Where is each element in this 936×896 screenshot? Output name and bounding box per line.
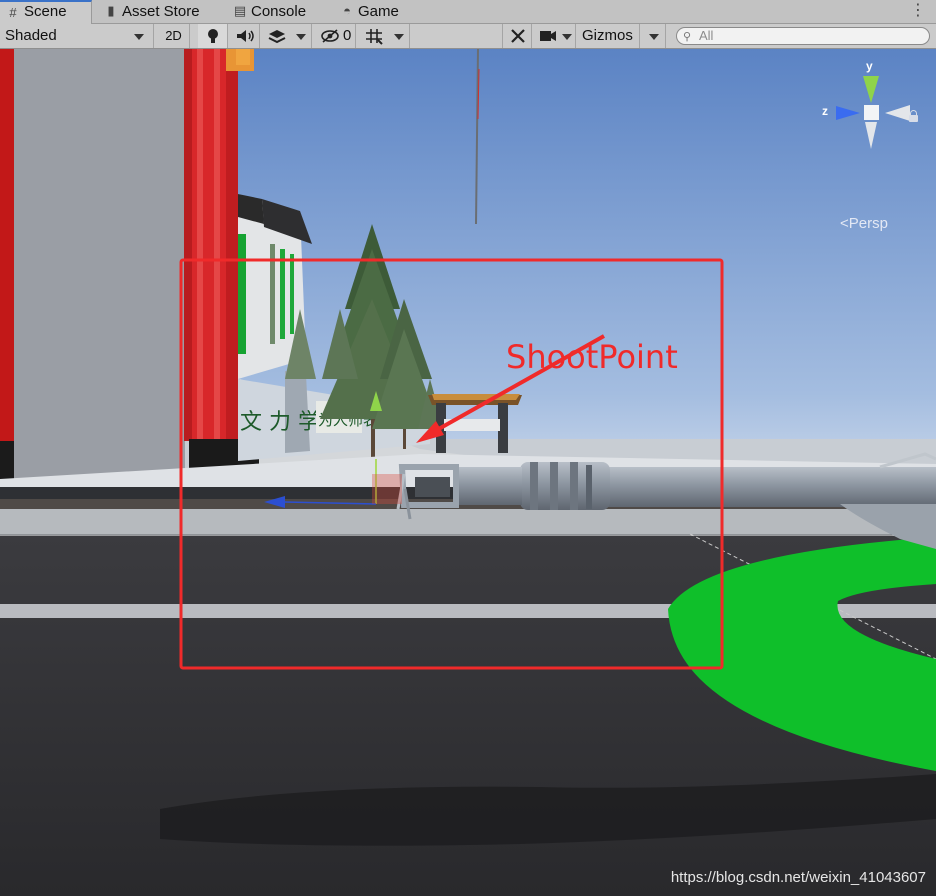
lighting-toggle-button[interactable] bbox=[198, 24, 228, 48]
hidden-count: 0 bbox=[343, 27, 352, 44]
chevron-down-icon bbox=[649, 34, 659, 40]
tab-game[interactable]: ◓ Game bbox=[334, 0, 424, 24]
grid-icon: # bbox=[9, 5, 17, 20]
gizmos-dropdown[interactable] bbox=[642, 24, 666, 48]
console-icon: ▤ bbox=[233, 3, 247, 18]
axis-label-y: y bbox=[866, 59, 873, 73]
chevron-down-icon bbox=[134, 34, 144, 40]
lock-icon[interactable] bbox=[909, 110, 918, 122]
gizmos-label: Gizmos bbox=[582, 27, 633, 44]
tab-scene[interactable]: # Scene bbox=[0, 0, 92, 24]
layers-icon bbox=[268, 30, 286, 44]
watermark-text: https://blog.csdn.net/weixin_41043607 bbox=[670, 869, 926, 886]
search-icon: ⚲ bbox=[683, 31, 692, 43]
search-placeholder: All bbox=[699, 28, 714, 43]
shading-mode-value: Shaded bbox=[5, 27, 57, 44]
shading-mode-dropdown[interactable]: Shaded bbox=[0, 24, 154, 48]
scene-render: 文 力 学 为人师表 bbox=[0, 49, 936, 896]
chevron-down-icon bbox=[296, 34, 306, 40]
lightbulb-icon bbox=[208, 29, 218, 43]
2d-toggle-button[interactable]: 2D bbox=[158, 24, 190, 48]
tab-asset-store[interactable]: ▮ Asset Store bbox=[98, 0, 222, 24]
projection-label: Persp bbox=[848, 215, 888, 232]
camera-dropdown[interactable] bbox=[534, 24, 576, 48]
tab-console-label: Console bbox=[251, 3, 307, 20]
grid-snap-dropdown[interactable] bbox=[360, 24, 410, 48]
bag-icon: ▮ bbox=[107, 3, 115, 18]
tab-asset-store-label: Asset Store bbox=[122, 3, 200, 20]
2d-toggle-label: 2D bbox=[165, 28, 182, 43]
scene-toolbar: Shaded 2D 0 Gizmos ⚲ All bbox=[0, 24, 936, 49]
projection-toggle[interactable]: <Persp bbox=[840, 215, 888, 232]
effects-dropdown[interactable] bbox=[260, 24, 312, 48]
tab-game-label: Game bbox=[358, 3, 399, 20]
hidden-objects-toggle[interactable]: 0 bbox=[316, 24, 356, 48]
gamepad-icon: ◓ bbox=[343, 3, 351, 18]
camera-icon bbox=[540, 31, 556, 41]
angle-left-icon: < bbox=[840, 215, 849, 232]
chevron-down-icon bbox=[562, 34, 572, 40]
grey-building bbox=[0, 49, 185, 479]
hierarchy-search-input[interactable]: ⚲ All bbox=[676, 27, 930, 45]
chevron-down-icon bbox=[394, 34, 404, 40]
gizmos-button[interactable]: Gizmos bbox=[578, 24, 640, 48]
kebab-menu-icon[interactable]: ⋮ bbox=[910, 0, 926, 22]
tools-button[interactable] bbox=[502, 24, 532, 48]
shootpoint-annotation-label: ShootPoint bbox=[506, 338, 678, 376]
tab-scene-label: Scene bbox=[24, 3, 67, 20]
speaker-icon bbox=[237, 30, 254, 42]
svg-text:文 力 学: 文 力 学 bbox=[240, 410, 320, 435]
audio-toggle-button[interactable] bbox=[228, 24, 260, 48]
scene-viewport[interactable]: 文 力 学 为人师表 y z <Persp ShootPoint https:/… bbox=[0, 49, 936, 896]
tab-console[interactable]: ▤ Console bbox=[227, 0, 331, 24]
editor-tab-bar: # Scene ▮ Asset Store ▤ Console ◓ Game ⋮ bbox=[0, 0, 936, 24]
axis-label-z: z bbox=[822, 104, 828, 118]
grid-snap-icon bbox=[366, 29, 383, 45]
wrench-icon bbox=[511, 29, 525, 43]
eye-hidden-icon bbox=[321, 29, 339, 43]
